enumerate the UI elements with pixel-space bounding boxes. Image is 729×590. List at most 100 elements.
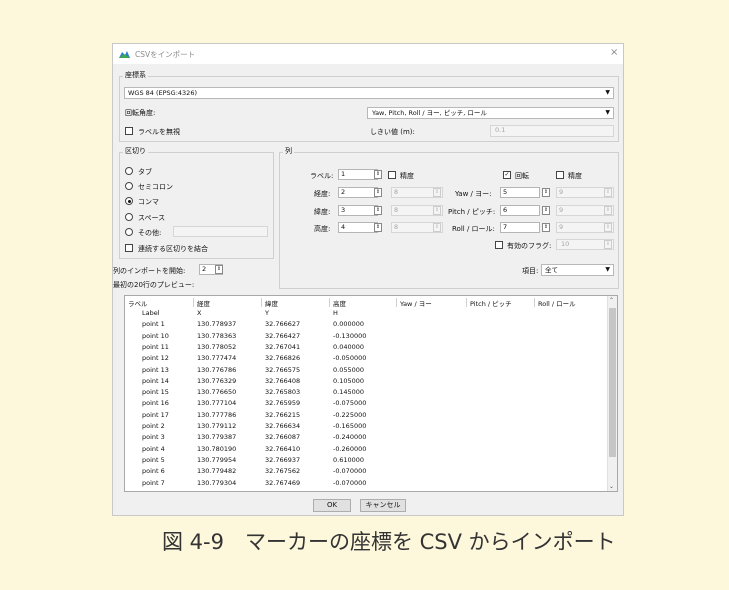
preview-cell: -0.070000 [333, 478, 367, 487]
vertical-scrollbar[interactable]: ⌃ ⌄ [607, 296, 617, 491]
header-divider [466, 298, 467, 307]
yaw-input[interactable]: 5 [500, 187, 540, 198]
start-row-label: 列のインポートを開始: [113, 267, 186, 275]
chevron-up-icon[interactable]: ⌃ [609, 297, 614, 304]
preview-cell: point 15 [142, 388, 169, 397]
preview-cell: Y [265, 309, 269, 317]
preview-cell: -0.130000 [333, 331, 367, 340]
rotation-checkbox[interactable]: ✓ [503, 171, 511, 179]
preview-cell: 130.779954 [197, 455, 237, 464]
spin-arrows-icon[interactable]: ⇕ [374, 206, 382, 215]
rotation-accuracy-label: 精度 [568, 172, 582, 180]
latitude-input[interactable]: 3 [338, 205, 378, 216]
preview-cell: -0.165000 [333, 422, 367, 430]
csv-import-dialog: CSVをインポート × 座標系 WGS 84 (EPSG:4326) ▼ 回転角… [112, 43, 624, 516]
preview-cell: 32.765959 [265, 399, 301, 408]
spin-arrows-icon[interactable]: ⇕ [374, 223, 382, 232]
spin-arrows-icon[interactable]: ⇕ [604, 188, 612, 197]
radio-semicolon-label: セミコロン [138, 183, 173, 191]
scroll-thumb[interactable] [609, 308, 616, 457]
other-delimiter-input[interactable] [173, 226, 268, 237]
radio-comma[interactable] [125, 197, 133, 205]
spin-arrows-icon[interactable]: ⇕ [542, 188, 550, 197]
ignore-labels-checkbox[interactable] [125, 127, 133, 135]
accuracy-checkbox[interactable] [388, 171, 396, 179]
longitude-input[interactable]: 2 [338, 187, 378, 198]
pitch-label: Pitch / ピッチ: [448, 208, 496, 216]
preview-column-header[interactable]: 高度 [333, 298, 346, 308]
spin-arrows-icon[interactable]: ⇕ [542, 206, 550, 215]
spin-arrows-icon[interactable]: ⇕ [433, 223, 441, 232]
preview-cell: point 13 [142, 365, 169, 374]
spin-arrows-icon[interactable]: ⇕ [604, 206, 612, 215]
preview-cell: point 1 [142, 320, 165, 329]
altitude-input[interactable]: 4 [338, 222, 378, 233]
chevron-down-icon[interactable]: ⌄ [609, 483, 614, 490]
preview-table[interactable]: ラベル 経度 緯度 高度 Yaw / ヨー Pitch / ピッチ Roll / ロール La… [124, 295, 618, 492]
items-select[interactable]: 全て ▼ [541, 264, 614, 276]
preview-column-header[interactable]: Roll / ロール [538, 298, 576, 308]
preview-cell: 130.779482 [197, 467, 237, 476]
spin-arrows-icon[interactable]: ⇕ [215, 265, 223, 274]
ok-button[interactable]: OK [313, 499, 351, 512]
spin-arrows-icon[interactable]: ⇕ [433, 188, 441, 197]
threshold-input[interactable]: 0.1 [490, 125, 614, 137]
rotation-accuracy-checkbox[interactable] [556, 171, 564, 179]
spin-arrows-icon[interactable]: ⇕ [374, 170, 382, 179]
radio-space-label: スペース [138, 214, 166, 222]
close-icon[interactable]: × [610, 47, 618, 58]
preview-column-header[interactable]: 緯度 [265, 298, 278, 308]
radio-semicolon[interactable] [125, 182, 133, 190]
preview-cell: 130.776786 [197, 365, 237, 374]
spin-arrows-icon[interactable]: ⇕ [374, 188, 382, 197]
enable-flag-checkbox[interactable] [495, 241, 503, 249]
rotation-angle-label: 回転角度: [125, 109, 156, 117]
merge-delimiters-checkbox[interactable] [125, 244, 133, 252]
roll-label: Roll / ロール: [452, 225, 495, 233]
preview-column-header[interactable]: 経度 [197, 298, 210, 308]
preview-cell: 32.766408 [265, 376, 301, 385]
chevron-down-icon: ▼ [605, 266, 610, 273]
rotation-angle-select[interactable]: Yaw, Pitch, Roll / ヨー, ピッチ, ロール ▼ [367, 107, 614, 119]
crs-select[interactable]: WGS 84 (EPSG:4326) ▼ [124, 87, 614, 99]
items-value: 全て [545, 266, 558, 274]
preview-cell: point 12 [142, 354, 169, 363]
header-divider [534, 298, 535, 307]
preview-cell: point 14 [142, 376, 169, 385]
preview-cell: 0.610000 [333, 455, 365, 464]
radio-tab[interactable] [125, 167, 133, 175]
preview-cell: point 2 [142, 422, 165, 430]
preview-cell: 130.779387 [197, 433, 237, 442]
preview-column-header[interactable]: ラベル [128, 298, 148, 308]
preview-cell: 32.767562 [265, 467, 301, 476]
roll-input[interactable]: 7 [500, 222, 540, 233]
spin-arrows-icon[interactable]: ⇕ [542, 223, 550, 232]
preview-cell: point 10 [142, 331, 169, 340]
preview-cell: -0.260000 [333, 444, 367, 453]
preview-cell: 130.778937 [197, 320, 237, 329]
yaw-label: Yaw / ヨー: [455, 190, 492, 198]
preview-cell: -0.075000 [333, 399, 367, 408]
preview-cell: 32.766215 [265, 410, 301, 419]
preview-cell: point 11 [142, 342, 169, 351]
items-label: 項目: [522, 267, 539, 275]
window-title: CSVをインポート [135, 50, 196, 59]
radio-space[interactable] [125, 213, 133, 221]
preview-cell: 32.766826 [265, 354, 301, 363]
figure-caption: 図 4-9 マーカーの座標を CSV からインポート [162, 530, 616, 554]
preview-cell: 32.766634 [265, 422, 301, 430]
pitch-input[interactable]: 6 [500, 205, 540, 216]
preview-cell: X [197, 309, 202, 317]
spin-arrows-icon[interactable]: ⇕ [604, 223, 612, 232]
preview-column-header[interactable]: Pitch / ピッチ [470, 298, 512, 308]
cancel-button[interactable]: キャンセル [360, 499, 406, 512]
preview-column-header[interactable]: Yaw / ヨー [400, 298, 432, 308]
radio-other[interactable] [125, 228, 133, 236]
label-column-input[interactable]: 1 [338, 169, 378, 180]
preview-cell: -0.225000 [333, 410, 367, 419]
spin-arrows-icon[interactable]: ⇕ [433, 206, 441, 215]
preview-cell: -0.240000 [333, 433, 367, 442]
radio-other-label: その他: [138, 229, 162, 237]
radio-tab-label: タブ [138, 168, 152, 176]
spin-arrows-icon[interactable]: ⇕ [604, 240, 612, 249]
